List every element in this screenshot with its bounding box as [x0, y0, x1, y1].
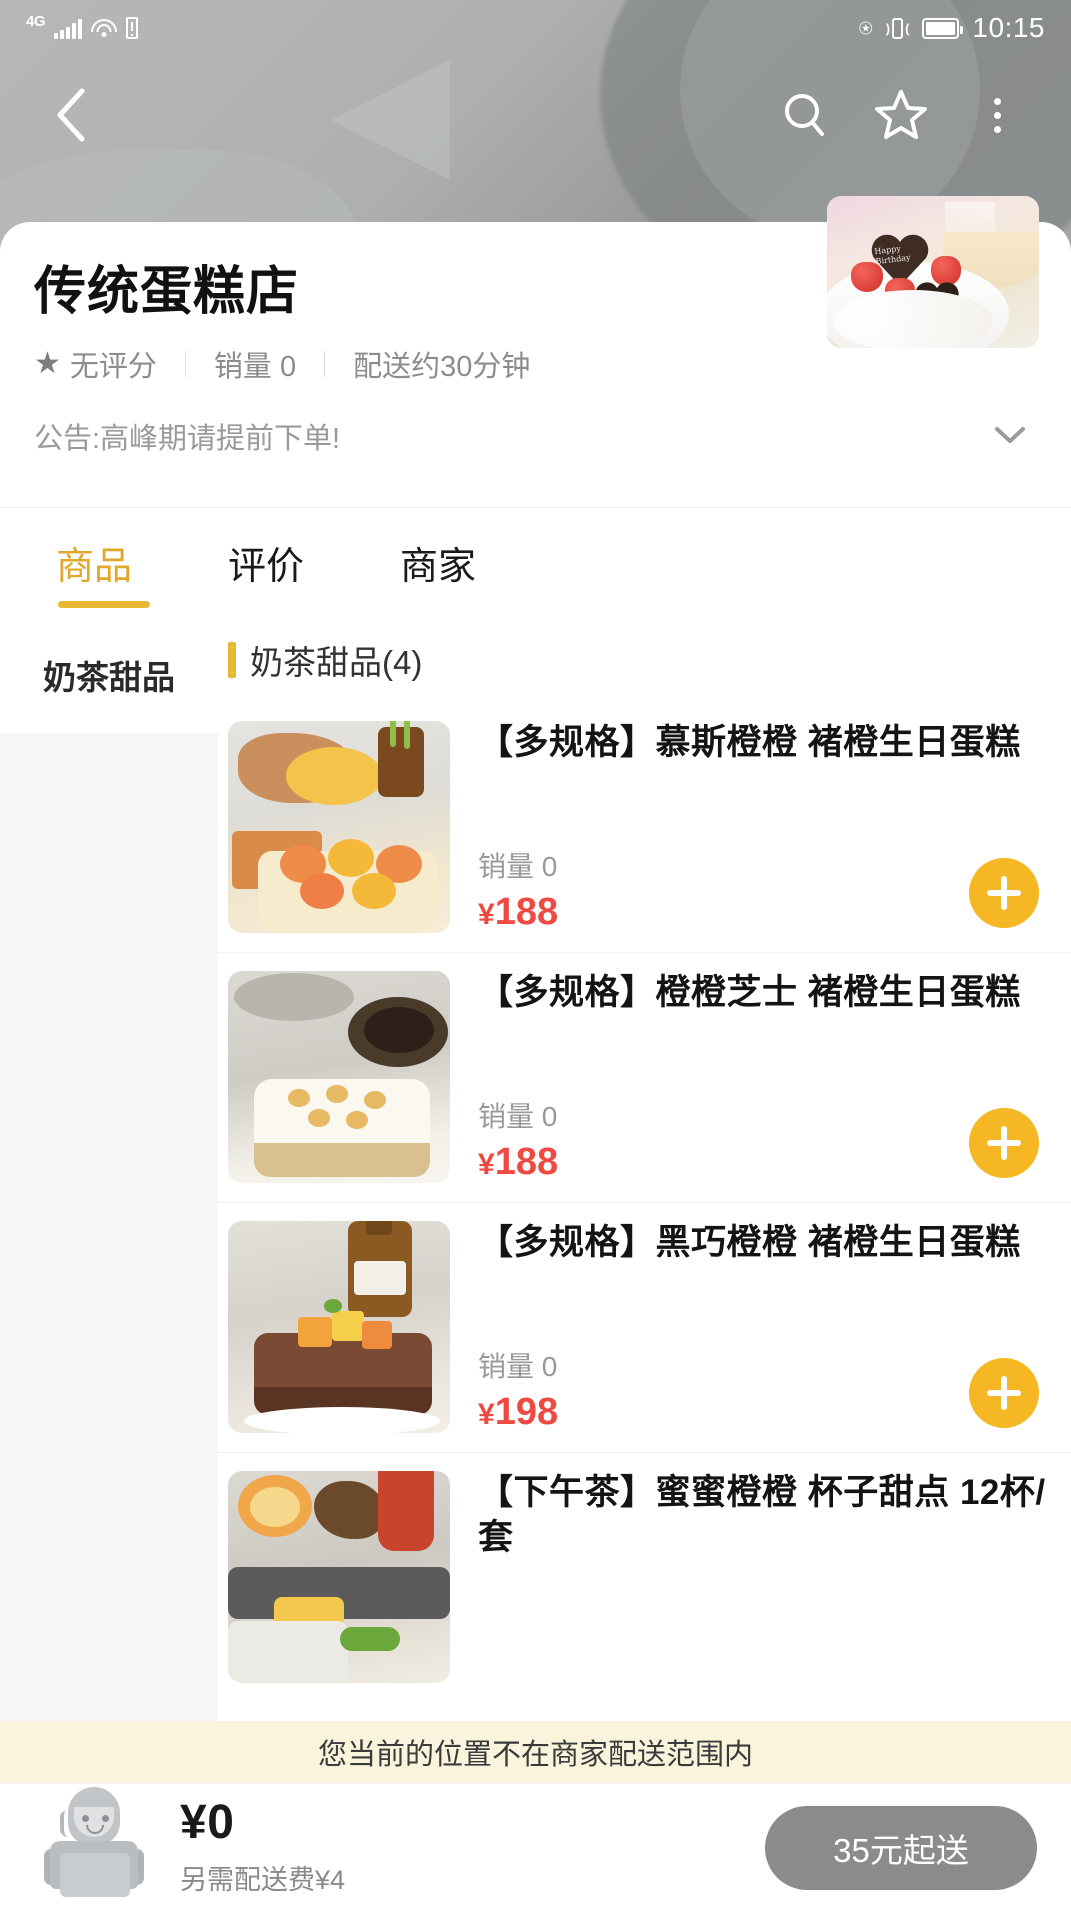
- sales-label: 销量 0: [214, 343, 296, 385]
- logo-strawberry: [851, 262, 883, 292]
- currency-symbol: ¥: [478, 1398, 495, 1431]
- star-icon[interactable]: [871, 85, 931, 145]
- section-header: 奶茶甜品(4): [218, 617, 1071, 703]
- more-dots-icon[interactable]: [967, 85, 1027, 145]
- add-to-cart-button[interactable]: [969, 858, 1039, 928]
- product-info: 【多规格】黑巧橙橙 褚橙生日蛋糕 销量 0 ¥198: [450, 1221, 1053, 1434]
- sim-battery-icon: [126, 17, 138, 39]
- back-chevron-icon[interactable]: [44, 88, 98, 142]
- navigation-bar: [0, 60, 1071, 170]
- cart-delivery-fee: 另需配送费¥4: [180, 1858, 765, 1897]
- product-price: ¥188: [478, 891, 1053, 934]
- price-value: 188: [495, 1141, 558, 1183]
- cart-total-price: ¥0: [180, 1798, 765, 1848]
- chevron-down-icon[interactable]: [993, 421, 1037, 452]
- status-bar: 4G ⍟ )( 10:15: [0, 0, 1071, 56]
- delivery-rider-icon[interactable]: [34, 1783, 154, 1903]
- rating-star-icon: ★: [34, 349, 61, 379]
- product-name: 【多规格】慕斯橙橙 褚橙生日蛋糕: [478, 721, 1053, 766]
- product-sales: 销量 0: [478, 1345, 1053, 1385]
- product-info: 【下午茶】蜜蜜橙橙 杯子甜点 12杯/套: [450, 1471, 1053, 1685]
- clock-label: 10:15: [972, 12, 1045, 44]
- wifi-icon: [91, 18, 117, 39]
- min-order-button[interactable]: 35元起送: [765, 1806, 1037, 1890]
- rating-label: 无评分: [70, 343, 157, 385]
- add-to-cart-button[interactable]: [969, 1358, 1039, 1428]
- shop-notice-row[interactable]: 公告:高峰期请提前下单!: [34, 415, 1037, 457]
- nav-actions: [775, 85, 1027, 145]
- product-list-item[interactable]: 【下午茶】蜜蜜橙橙 杯子甜点 12杯/套: [218, 1453, 1071, 1703]
- signal-icon: [54, 17, 82, 39]
- network-type-label: 4G: [26, 14, 45, 29]
- shop-logo-image: Happy Birthday: [827, 196, 1039, 348]
- product-sales: 销量 0: [478, 845, 1053, 885]
- cart-bottom-bar: ¥0 另需配送费¥4 35元起送: [0, 1783, 1071, 1911]
- product-price-block: 销量 0 ¥188: [478, 845, 1053, 934]
- section-accent-bar: [228, 642, 236, 678]
- product-name: 【多规格】黑巧橙橙 褚橙生日蛋糕: [478, 1221, 1053, 1266]
- warning-text: 您当前的位置不在商家配送范围内: [318, 1731, 753, 1773]
- product-image[interactable]: [228, 1221, 450, 1433]
- product-list-pane[interactable]: 奶茶甜品(4): [218, 617, 1071, 1721]
- product-price-block: 销量 0 ¥188: [478, 1095, 1053, 1184]
- logo-strawberry: [931, 256, 961, 286]
- tab-merchant[interactable]: 商家: [400, 525, 476, 600]
- product-image[interactable]: [228, 721, 450, 933]
- product-list-item[interactable]: 【多规格】慕斯橙橙 褚橙生日蛋糕 销量 0 ¥188: [218, 703, 1071, 953]
- menu-content: 奶茶甜品 奶茶甜品(4): [0, 617, 1071, 1721]
- search-icon[interactable]: [775, 85, 835, 145]
- rider-delivery-box: [60, 1853, 130, 1897]
- out-of-range-warning: 您当前的位置不在商家配送范围内: [0, 1721, 1071, 1783]
- meta-divider: [324, 351, 325, 377]
- product-list-item[interactable]: 【多规格】橙橙芝士 褚橙生日蛋糕 销量 0 ¥188: [218, 953, 1071, 1203]
- tab-bar: 商品 评价 商家: [0, 507, 1071, 617]
- rider-eye: [102, 1815, 109, 1822]
- sidebar-item-milktea-dessert[interactable]: 奶茶甜品: [0, 617, 218, 733]
- shop-meta-row: ★ 无评分 销量 0 配送约30分钟: [34, 343, 1037, 385]
- currency-symbol: ¥: [478, 1148, 495, 1181]
- bluetooth-icon: ⍟: [859, 17, 873, 40]
- price-value: 198: [495, 1391, 558, 1433]
- product-image[interactable]: [228, 1471, 450, 1683]
- product-info: 【多规格】慕斯橙橙 褚橙生日蛋糕 销量 0 ¥188: [450, 721, 1053, 934]
- vibrate-icon: )(: [886, 18, 910, 39]
- price-value: 188: [495, 891, 558, 933]
- product-price: ¥198: [478, 1391, 1053, 1434]
- notice-text: 公告:高峰期请提前下单!: [34, 415, 340, 457]
- product-list-item[interactable]: 【多规格】黑巧橙橙 褚橙生日蛋糕 销量 0 ¥198: [218, 1203, 1071, 1453]
- logo-cake-cream: [833, 290, 993, 348]
- rider-eye: [82, 1815, 89, 1822]
- product-image[interactable]: [228, 971, 450, 1183]
- product-name: 【下午茶】蜜蜜橙橙 杯子甜点 12杯/套: [478, 1471, 1053, 1561]
- product-info: 【多规格】橙橙芝士 褚橙生日蛋糕 销量 0 ¥188: [450, 971, 1053, 1184]
- product-price-block: 销量 0 ¥198: [478, 1345, 1053, 1434]
- cart-summary: ¥0 另需配送费¥4: [180, 1798, 765, 1897]
- rider-mic: [60, 1811, 70, 1837]
- meta-divider: [185, 351, 186, 377]
- status-bar-left: 4G: [26, 17, 138, 39]
- tab-reviews[interactable]: 评价: [228, 525, 304, 600]
- category-sidebar: 奶茶甜品: [0, 617, 218, 1721]
- add-to-cart-button[interactable]: [969, 1108, 1039, 1178]
- section-title: 奶茶甜品(4): [250, 636, 422, 684]
- product-price: ¥188: [478, 1141, 1053, 1184]
- currency-symbol: ¥: [478, 898, 495, 931]
- product-sales: 销量 0: [478, 1095, 1053, 1135]
- product-name: 【多规格】橙橙芝士 褚橙生日蛋糕: [478, 971, 1053, 1016]
- status-bar-right: ⍟ )( 10:15: [859, 12, 1045, 44]
- tab-products[interactable]: 商品: [56, 525, 132, 600]
- battery-icon: [922, 18, 959, 39]
- delivery-time-label: 配送约30分钟: [353, 343, 530, 385]
